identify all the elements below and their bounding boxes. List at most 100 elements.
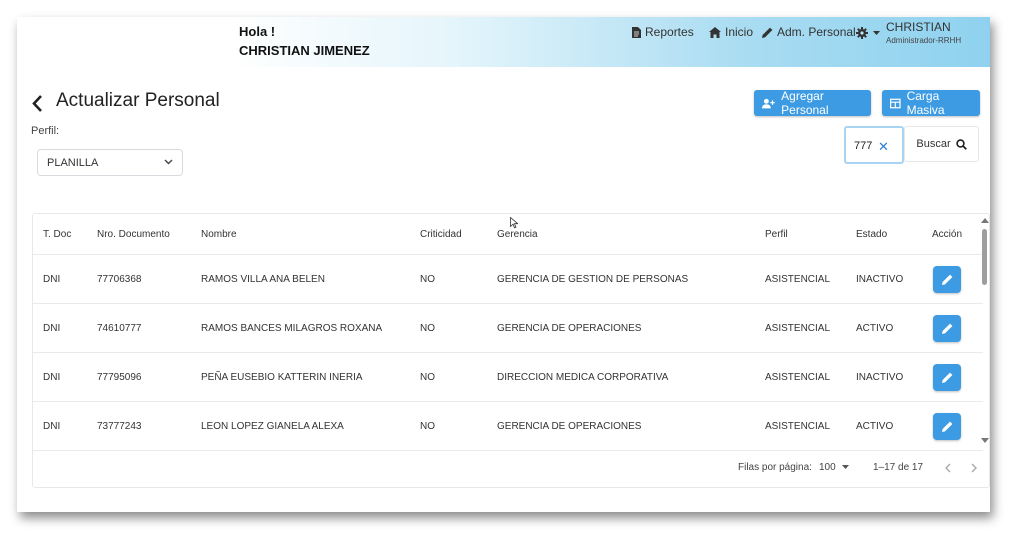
cell-perfil: ASISTENCIAL	[765, 274, 831, 285]
cell-nro-documento: 74610777	[97, 323, 142, 334]
cell-t-doc: DNI	[43, 323, 61, 334]
back-arrow-icon[interactable]	[31, 94, 43, 113]
cell-nombre: RAMOS VILLA ANA BELEN	[201, 274, 325, 285]
user-name: CHRISTIAN	[886, 20, 951, 34]
cell-gerencia: GERENCIA DE OPERACIONES	[497, 323, 642, 334]
cell-nombre: LEON LOPEZ GIANELA ALEXA	[201, 421, 344, 432]
bulk-load-button[interactable]: Carga Masiva	[882, 89, 980, 117]
header-criticidad: Criticidad	[420, 229, 462, 240]
cell-estado: ACTIVO	[856, 323, 894, 334]
rows-per-page-select[interactable]: 100	[819, 462, 849, 473]
nav-adm-personal-label: Adm. Personal	[777, 25, 856, 39]
header-nro-documento: Nro. Documento	[97, 229, 170, 240]
home-icon	[709, 26, 721, 38]
top-header: Hola ! CHRISTIAN JIMENEZ Reportes Inicio…	[17, 17, 990, 67]
page-range: 1–17 de 17	[873, 462, 924, 473]
caret-down-icon	[841, 465, 849, 469]
cell-nombre: PEÑA EUSEBIO KATTERIN INERIA	[201, 372, 363, 383]
table-row: DNI 73777243 LEON LOPEZ GIANELA ALEXA NO…	[33, 401, 983, 450]
cell-estado: ACTIVO	[856, 421, 894, 432]
table-icon	[890, 98, 901, 108]
cell-estado: INACTIVO	[856, 274, 904, 285]
greeting-text: Hola !	[239, 24, 276, 39]
cell-t-doc: DNI	[43, 274, 61, 285]
search-input-value: 777	[854, 140, 873, 152]
scroll-thumb[interactable]	[982, 229, 987, 285]
pencil-icon	[941, 421, 952, 432]
header-t-doc: T. Doc	[43, 229, 72, 240]
search-button-label: Buscar	[916, 138, 951, 150]
edit-button[interactable]	[933, 315, 961, 342]
header-accion: Acción	[932, 229, 963, 240]
add-personal-button[interactable]: Agregar Personal	[754, 89, 871, 117]
document-icon	[632, 26, 641, 38]
nav-reportes[interactable]: Reportes	[632, 25, 694, 39]
cell-perfil: ASISTENCIAL	[765, 421, 831, 432]
cell-perfil: ASISTENCIAL	[765, 323, 831, 334]
cell-gerencia: GERENCIA DE GESTION DE PERSONAS	[497, 274, 689, 285]
search-button[interactable]: Buscar	[904, 126, 979, 162]
search-input[interactable]: 777 ✕	[844, 126, 904, 164]
rows-per-page-label: Filas por página:	[738, 462, 812, 473]
table-row: DNI 74610777 RAMOS BANCES MILAGROS ROXAN…	[33, 303, 983, 352]
cell-t-doc: DNI	[43, 372, 61, 383]
rows-per-page-value: 100	[819, 462, 836, 473]
user-full-name: CHRISTIAN JIMENEZ	[239, 43, 370, 58]
cell-nro-documento: 73777243	[97, 421, 142, 432]
page-title: Actualizar Personal	[56, 90, 220, 111]
header-gerencia: Gerencia	[497, 229, 538, 240]
perfil-select-value: PLANILLA	[47, 157, 99, 169]
cell-gerencia: DIRECCION MEDICA CORPORATIVA	[497, 372, 669, 383]
greeting: Hola ! CHRISTIAN JIMENEZ	[239, 22, 370, 60]
chevron-left-icon[interactable]	[944, 463, 951, 473]
pencil-icon	[941, 274, 952, 285]
cell-criticidad: NO	[420, 421, 435, 432]
pencil-icon	[941, 323, 952, 334]
header-nombre: Nombre	[201, 229, 237, 240]
cell-nro-documento: 77706368	[97, 274, 142, 285]
divider	[33, 450, 983, 451]
caret-down-icon	[873, 30, 880, 35]
table-scrollbar[interactable]	[980, 217, 990, 447]
nav-inicio[interactable]: Inicio	[709, 25, 753, 39]
personal-table: T. Doc Nro. Documento Nombre Criticidad …	[32, 213, 990, 488]
edit-button[interactable]	[933, 413, 961, 440]
chevron-right-icon[interactable]	[971, 463, 978, 473]
cell-criticidad: NO	[420, 274, 435, 285]
edit-button[interactable]	[933, 266, 961, 293]
settings-menu[interactable]	[856, 27, 880, 39]
cell-t-doc: DNI	[43, 421, 61, 432]
user-info[interactable]: CHRISTIAN Administrador-RRHH	[886, 20, 990, 46]
scroll-down-icon	[981, 438, 989, 443]
pencil-icon	[941, 372, 952, 383]
bulk-load-label: Carga Masiva	[906, 89, 945, 117]
user-role: Administrador-RRHH	[886, 36, 962, 45]
nav-inicio-label: Inicio	[725, 25, 754, 39]
gear-icon	[856, 27, 868, 39]
edit-button[interactable]	[933, 364, 961, 391]
search-icon	[955, 138, 967, 150]
table-row: DNI 77706368 RAMOS VILLA ANA BELEN NO GE…	[33, 254, 983, 303]
cell-nombre: RAMOS BANCES MILAGROS ROXANA	[201, 323, 383, 334]
cell-criticidad: NO	[420, 372, 435, 383]
nav-adm-personal[interactable]: Adm. Personal	[762, 25, 856, 39]
scroll-up-icon	[981, 218, 989, 223]
add-user-icon	[762, 98, 775, 108]
header-perfil: Perfil	[765, 229, 788, 240]
pencil-icon	[762, 27, 773, 38]
cell-perfil: ASISTENCIAL	[765, 372, 831, 383]
chevron-down-icon	[164, 159, 173, 165]
cell-nro-documento: 77795096	[97, 372, 142, 383]
table-row: DNI 77795096 PEÑA EUSEBIO KATTERIN INERI…	[33, 352, 983, 401]
perfil-label: Perfil:	[31, 125, 60, 137]
cell-estado: INACTIVO	[856, 372, 904, 383]
cell-criticidad: NO	[420, 323, 435, 334]
cell-gerencia: GERENCIA DE OPERACIONES	[497, 421, 642, 432]
nav-reportes-label: Reportes	[645, 25, 694, 39]
mouse-cursor-icon	[510, 217, 518, 229]
app-window: Hola ! CHRISTIAN JIMENEZ Reportes Inicio…	[17, 17, 990, 512]
clear-icon[interactable]: ✕	[878, 139, 889, 155]
add-personal-label: Agregar Personal	[781, 89, 829, 117]
header-estado: Estado	[856, 229, 888, 240]
perfil-select[interactable]: PLANILLA	[37, 149, 183, 176]
